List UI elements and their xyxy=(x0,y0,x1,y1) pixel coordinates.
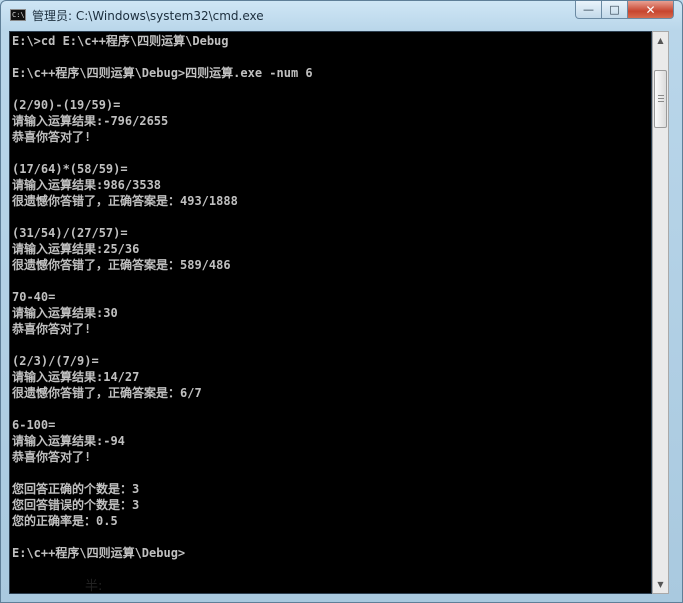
thumb-grip-line xyxy=(658,98,664,99)
console-line: E:\c++程序\四则运算\Debug>四则运算.exe -num 6 xyxy=(12,66,313,80)
console-line: 6-100= xyxy=(12,418,56,432)
console-line: 恭喜你答对了! xyxy=(12,450,92,464)
thumb-grip-line xyxy=(658,101,664,102)
console-line: 请输入运算结果:14/27 xyxy=(12,370,140,384)
console-line: 您的正确率是：0.5 xyxy=(12,514,118,528)
cmd-app-icon[interactable]: C:\ xyxy=(10,9,26,21)
console-line: 恭喜你答对了! xyxy=(12,322,92,336)
window-title: 管理员: C:\Windows\system32\cmd.exe xyxy=(32,9,264,23)
console-prompt: E:\c++程序\四则运算\Debug> xyxy=(12,546,186,560)
console-line: (17/64)*(58/59)= xyxy=(12,162,128,176)
console-line: 请输入运算结果:30 xyxy=(12,306,118,320)
console-output[interactable]: E:\>cd E:\c++程序\四则运算\Debug E:\c++程序\四则运算… xyxy=(9,31,652,594)
console-line: E:\>cd E:\c++程序\四则运算\Debug xyxy=(12,34,229,48)
thumb-grip-line xyxy=(658,95,664,96)
console-line: 很遗憾你答错了，正确答案是：6/7 xyxy=(12,386,202,400)
console-line: 您回答正确的个数是：3 xyxy=(12,482,140,496)
scroll-thumb[interactable] xyxy=(654,70,667,128)
console-line: 请输入运算结果:-796/2655 xyxy=(12,114,169,128)
console-line: 70-40= xyxy=(12,290,56,304)
console-line: 很遗憾你答错了，正确答案是：493/1888 xyxy=(12,194,238,208)
console-line: 很遗憾你答错了，正确答案是：589/486 xyxy=(12,258,231,272)
minimize-button[interactable]: — xyxy=(575,1,602,19)
maximize-button[interactable]: □ xyxy=(602,1,628,19)
title-bar[interactable]: C:\ 管理员: C:\Windows\system32\cmd.exe — □… xyxy=(1,1,682,29)
console-line: (31/54)/(27/57)= xyxy=(12,226,128,240)
console-line: (2/90)-(19/59)= xyxy=(12,98,121,112)
caption-buttons: — □ ✕ xyxy=(575,1,674,20)
scroll-down-arrow-icon[interactable]: ▼ xyxy=(653,576,668,593)
console-line: 您回答错误的个数是：3 xyxy=(12,498,140,512)
console-line: 请输入运算结果:-94 xyxy=(12,434,125,448)
console-line: 恭喜你答对了! xyxy=(12,130,92,144)
console-line: (2/3)/(7/9)= xyxy=(12,354,99,368)
close-button[interactable]: ✕ xyxy=(628,1,674,19)
console-line: 请输入运算结果:986/3538 xyxy=(12,178,162,192)
scroll-up-arrow-icon[interactable]: ▲ xyxy=(653,32,668,49)
vertical-scrollbar[interactable]: ▲ ▼ xyxy=(652,31,669,594)
ime-status-text: 半: xyxy=(85,579,103,594)
cmd-window: C:\ 管理员: C:\Windows\system32\cmd.exe — □… xyxy=(0,0,683,603)
console-line: 请输入运算结果:25/36 xyxy=(12,242,140,256)
